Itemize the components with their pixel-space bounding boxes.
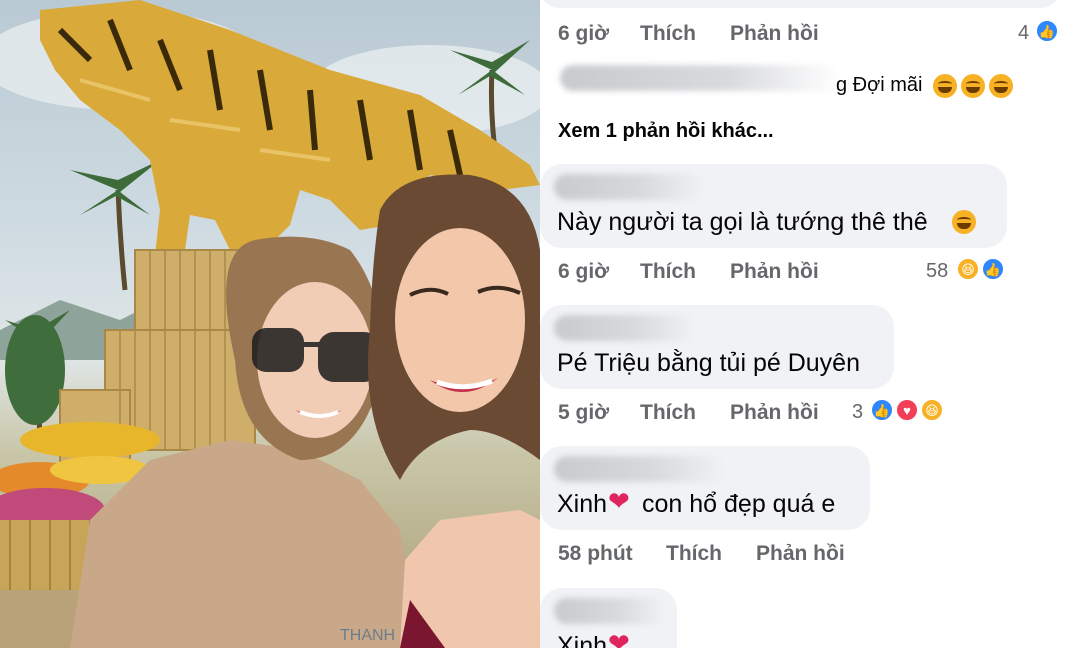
reaction-count: 4 <box>1018 22 1030 44</box>
comment-text: con hổ đẹp quá e <box>642 490 836 518</box>
grin-emoji-icon <box>989 74 1013 98</box>
comment-text: Xinh <box>557 632 608 648</box>
reply-button[interactable]: Phản hồi <box>730 260 819 284</box>
like-icon: 👍 <box>981 257 1005 281</box>
like-button[interactable]: Thích <box>640 260 696 284</box>
comment-thread: 6 giờ Thích Phản hồi 4 👍 g Đợi mãi Xem 1… <box>540 0 1080 648</box>
comment-time: 6 giờ <box>558 260 610 283</box>
comment-bubble: Xinh ❤ con hổ đẹp quá e <box>540 446 870 530</box>
photo-illustration: THANH <box>0 0 540 648</box>
comment-time: 6 giờ <box>558 22 610 45</box>
comment-time: 58 phút <box>558 542 633 565</box>
heart-icon: ❤ <box>608 628 630 648</box>
comment-bubble: Này người ta gọi là tướng thê thê <box>540 164 1007 248</box>
comment-text: Xinh <box>557 490 608 518</box>
comment-text: Pé Triệu bằng tủi pé Duyên <box>557 349 860 377</box>
grin-emoji-icon <box>961 74 985 98</box>
comment-actions: 6 giờ Thích Phản hồi <box>558 260 858 286</box>
blurred-author-name <box>554 315 694 341</box>
like-button[interactable]: Thích <box>640 22 696 46</box>
blurred-avatar-name <box>560 65 840 91</box>
comment-text: Này người ta gọi là tướng thê thê <box>557 208 928 236</box>
like-icon: 👍 <box>1035 19 1059 43</box>
view-more-replies-link[interactable]: Xem 1 phản hồi khác... <box>558 120 774 143</box>
haha-icon: 😆 <box>956 257 980 281</box>
grin-emoji-icon <box>933 74 957 98</box>
comment-text: g Đợi mãi <box>836 74 923 96</box>
reply-button[interactable]: Phản hồi <box>756 542 845 566</box>
comment-bubble: Pé Triệu bằng tủi pé Duyên <box>540 305 894 389</box>
like-button[interactable]: Thích <box>666 542 722 566</box>
heart-icon: ❤ <box>608 486 630 516</box>
haha-icon: 😆 <box>920 398 944 422</box>
blurred-author-name <box>554 456 724 482</box>
reaction-count: 58 <box>926 260 949 282</box>
shirt-logo: THANH <box>340 627 395 644</box>
selfie-photo: THANH <box>0 0 540 648</box>
reply-button[interactable]: Phản hồi <box>730 401 819 425</box>
laughing-emoji-icon <box>952 210 976 234</box>
comment-bubble: Xinh ❤ <box>540 588 677 648</box>
reply-button[interactable]: Phản hồi <box>730 22 819 46</box>
comment-actions: 58 phút Thích Phản hồi <box>558 542 878 568</box>
comment-bubble-top <box>540 0 1060 8</box>
comment-actions: 6 giờ Thích Phản hồi <box>558 22 1068 48</box>
comment-actions: 5 giờ Thích Phản hồi <box>558 401 858 427</box>
like-button[interactable]: Thích <box>640 401 696 425</box>
love-icon: ♥ <box>895 398 919 422</box>
blurred-author-name <box>554 598 664 624</box>
reaction-count: 3 <box>852 401 864 423</box>
blurred-author-name <box>554 174 704 200</box>
comment-time: 5 giờ <box>558 401 610 424</box>
like-icon: 👍 <box>870 398 894 422</box>
